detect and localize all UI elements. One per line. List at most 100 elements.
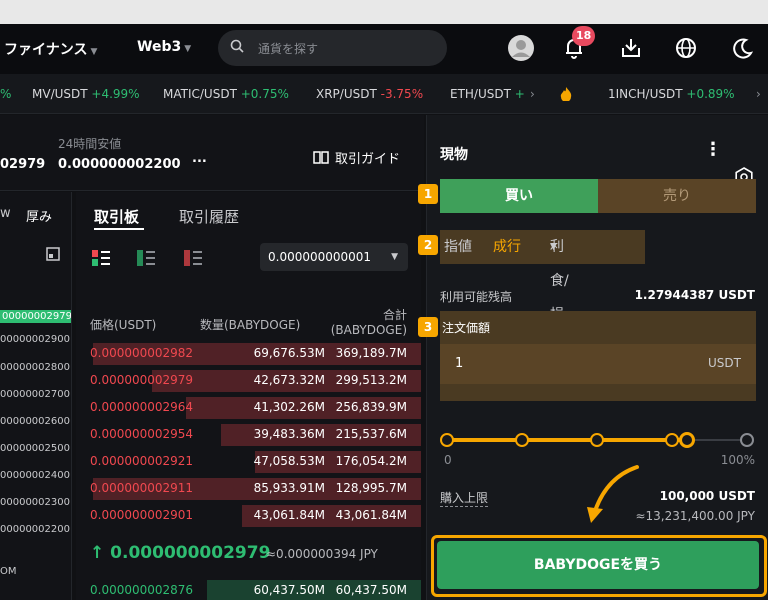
- depth-price: 00000002400: [0, 470, 70, 481]
- nav-finance-label: ファイナンス: [4, 42, 88, 58]
- ticker-item[interactable]: MATIC/USDT +0.75%: [163, 87, 289, 101]
- row-total: 60,437.50M: [335, 583, 407, 597]
- tab-trade-history[interactable]: 取引履歴: [179, 206, 239, 227]
- row-price: 0.000000002954: [90, 427, 194, 441]
- price-ticker: % MV/USDT +4.99% MATIC/USDT +0.75% XRP/U…: [0, 74, 768, 114]
- row-amount: 69,676.53M: [253, 346, 325, 360]
- slider-step[interactable]: [440, 433, 454, 447]
- order-book-row[interactable]: 0.000000002979 42,673.32M 299,513.2M: [76, 369, 421, 393]
- order-amount-box: 注文価額 1 USDT: [440, 311, 756, 401]
- nav-web3-label: Web3: [137, 39, 182, 55]
- row-total: 215,537.6M: [335, 427, 407, 441]
- ticker-item[interactable]: 1INCH/USDT +0.89%: [608, 87, 735, 101]
- available-balance-value: 1.27944387 USDT: [634, 288, 755, 302]
- slider-step[interactable]: [740, 433, 754, 447]
- order-type-limit[interactable]: 指値: [444, 230, 472, 264]
- order-book-row[interactable]: 0.000000002876 60,437.50M 60,437.50M: [76, 579, 421, 600]
- depth-price: 00000002500: [0, 443, 70, 454]
- order-amount-label: 注文価額: [442, 321, 491, 335]
- chevron-down-icon: ▼: [184, 44, 192, 54]
- slider-step[interactable]: [590, 433, 604, 447]
- view-bids-icon[interactable]: [137, 250, 155, 266]
- ticker-item[interactable]: MV/USDT +4.99%: [32, 87, 140, 101]
- download-icon[interactable]: [617, 34, 645, 62]
- row-total: 369,189.7M: [335, 346, 407, 360]
- stat-value: 02979: [0, 157, 46, 172]
- view-asks-icon[interactable]: [184, 250, 202, 266]
- row-amount: 41,302.26M: [253, 400, 325, 414]
- search-icon: [230, 39, 244, 53]
- precision-select[interactable]: 0.000000000001 ▼: [260, 243, 408, 271]
- row-price: 0.000000002901: [90, 508, 194, 522]
- globe-icon[interactable]: [672, 34, 700, 62]
- row-total: 128,995.7M: [335, 481, 407, 495]
- order-book-row[interactable]: 0.000000002901 43,061.84M 43,061.84M: [76, 504, 421, 528]
- ticker-item[interactable]: XRP/USDT -3.75%: [316, 87, 423, 101]
- avatar[interactable]: [507, 34, 535, 62]
- ticker-item[interactable]: %: [0, 87, 11, 101]
- chevron-down-icon: ▼: [550, 242, 557, 252]
- order-amount-unit: USDT: [708, 356, 741, 370]
- buy-tab[interactable]: 買い: [440, 179, 598, 213]
- chevron-right-icon[interactable]: ›: [756, 87, 761, 101]
- depth-panel: w 厚み 00000002979 00000002900 00000002800…: [0, 192, 72, 600]
- order-book-row[interactable]: 0.000000002954 39,483.36M 215,537.6M: [76, 423, 421, 447]
- step-3-marker: 3: [418, 317, 438, 337]
- ticker-item[interactable]: ETH/USDT +: [450, 87, 525, 101]
- more-stats-button[interactable]: ...: [192, 151, 207, 166]
- slider-min-label: 0: [444, 453, 452, 467]
- order-book-row[interactable]: 0.000000002964 41,302.26M 256,839.9M: [76, 396, 421, 420]
- order-amount-field[interactable]: 1 USDT: [440, 344, 756, 384]
- chevron-down-icon: ▼: [391, 252, 398, 262]
- amount-slider[interactable]: [440, 432, 754, 448]
- slider-step[interactable]: [665, 433, 679, 447]
- depth-price: 00000002200: [0, 524, 70, 535]
- depth-volume: OM: [0, 566, 17, 577]
- col-price-header: 価格(USDT): [90, 318, 157, 332]
- row-price: 0.000000002979: [90, 373, 194, 387]
- slider-handle[interactable]: [679, 432, 695, 448]
- row-price: 0.000000002876: [90, 583, 194, 597]
- nav-finance[interactable]: ファイナンス ▼: [4, 39, 97, 59]
- depth-label: w: [0, 206, 11, 221]
- row-amount: 43,061.84M: [253, 508, 325, 522]
- view-both-icon[interactable]: [92, 250, 110, 266]
- order-book-row[interactable]: 0.000000002982 69,676.53M 369,189.7M: [76, 342, 421, 366]
- trading-guide-label: 取引ガイド: [335, 152, 401, 167]
- last-price: ↑ 0.000000002979: [90, 543, 271, 563]
- moon-icon[interactable]: [728, 34, 756, 62]
- order-type-market[interactable]: 成行: [493, 230, 521, 264]
- pointer-arrow-icon: [587, 465, 639, 523]
- search-input[interactable]: 通貨を探す: [218, 30, 447, 66]
- expand-icon[interactable]: [46, 247, 60, 261]
- last-price-jpy: ≈0.000000394 JPY: [266, 547, 378, 561]
- nav-web3[interactable]: Web3 ▼: [137, 39, 191, 55]
- slider-step[interactable]: [515, 433, 529, 447]
- tab-order-book[interactable]: 取引板: [94, 206, 139, 227]
- order-amount-value: 1: [455, 356, 464, 371]
- active-tab-indicator: [94, 228, 144, 230]
- trading-app: ファイナンス ▼ Web3 ▼ 通貨を探す 18 % MV/USDT +4.99…: [0, 24, 768, 600]
- order-book-row[interactable]: 0.000000002921 47,058.53M 176,054.2M: [76, 450, 421, 474]
- fire-icon: [560, 87, 572, 101]
- row-price: 0.000000002964: [90, 400, 194, 414]
- purchase-limit-label: 購入上限: [440, 491, 489, 507]
- row-total: 43,061.84M: [335, 508, 407, 522]
- chevron-right-icon[interactable]: ›: [530, 87, 535, 101]
- sell-tab[interactable]: 売り: [598, 179, 756, 213]
- more-vert-icon[interactable]: ⋮: [704, 139, 722, 160]
- depth-price: 00000002900: [0, 334, 70, 345]
- slider-fill: [447, 438, 687, 442]
- panel-title: 現物: [440, 147, 468, 163]
- depth-thickness-label: 厚み: [26, 210, 53, 225]
- depth-price: 00000002800: [0, 362, 70, 373]
- row-total: 299,513.2M: [335, 373, 407, 387]
- available-balance-label: 利用可能残高: [440, 290, 513, 304]
- buy-babydoge-button[interactable]: BABYDOGEを買う: [437, 541, 759, 589]
- order-book-row[interactable]: 0.000000002911 85,933.91M 128,995.7M: [76, 477, 421, 501]
- row-amount: 39,483.36M: [253, 427, 325, 441]
- row-total: 176,054.2M: [335, 454, 407, 468]
- notification-badge: 18: [572, 26, 596, 46]
- col-total-unit: (BABYDOGE): [330, 323, 407, 337]
- row-amount: 42,673.32M: [253, 373, 325, 387]
